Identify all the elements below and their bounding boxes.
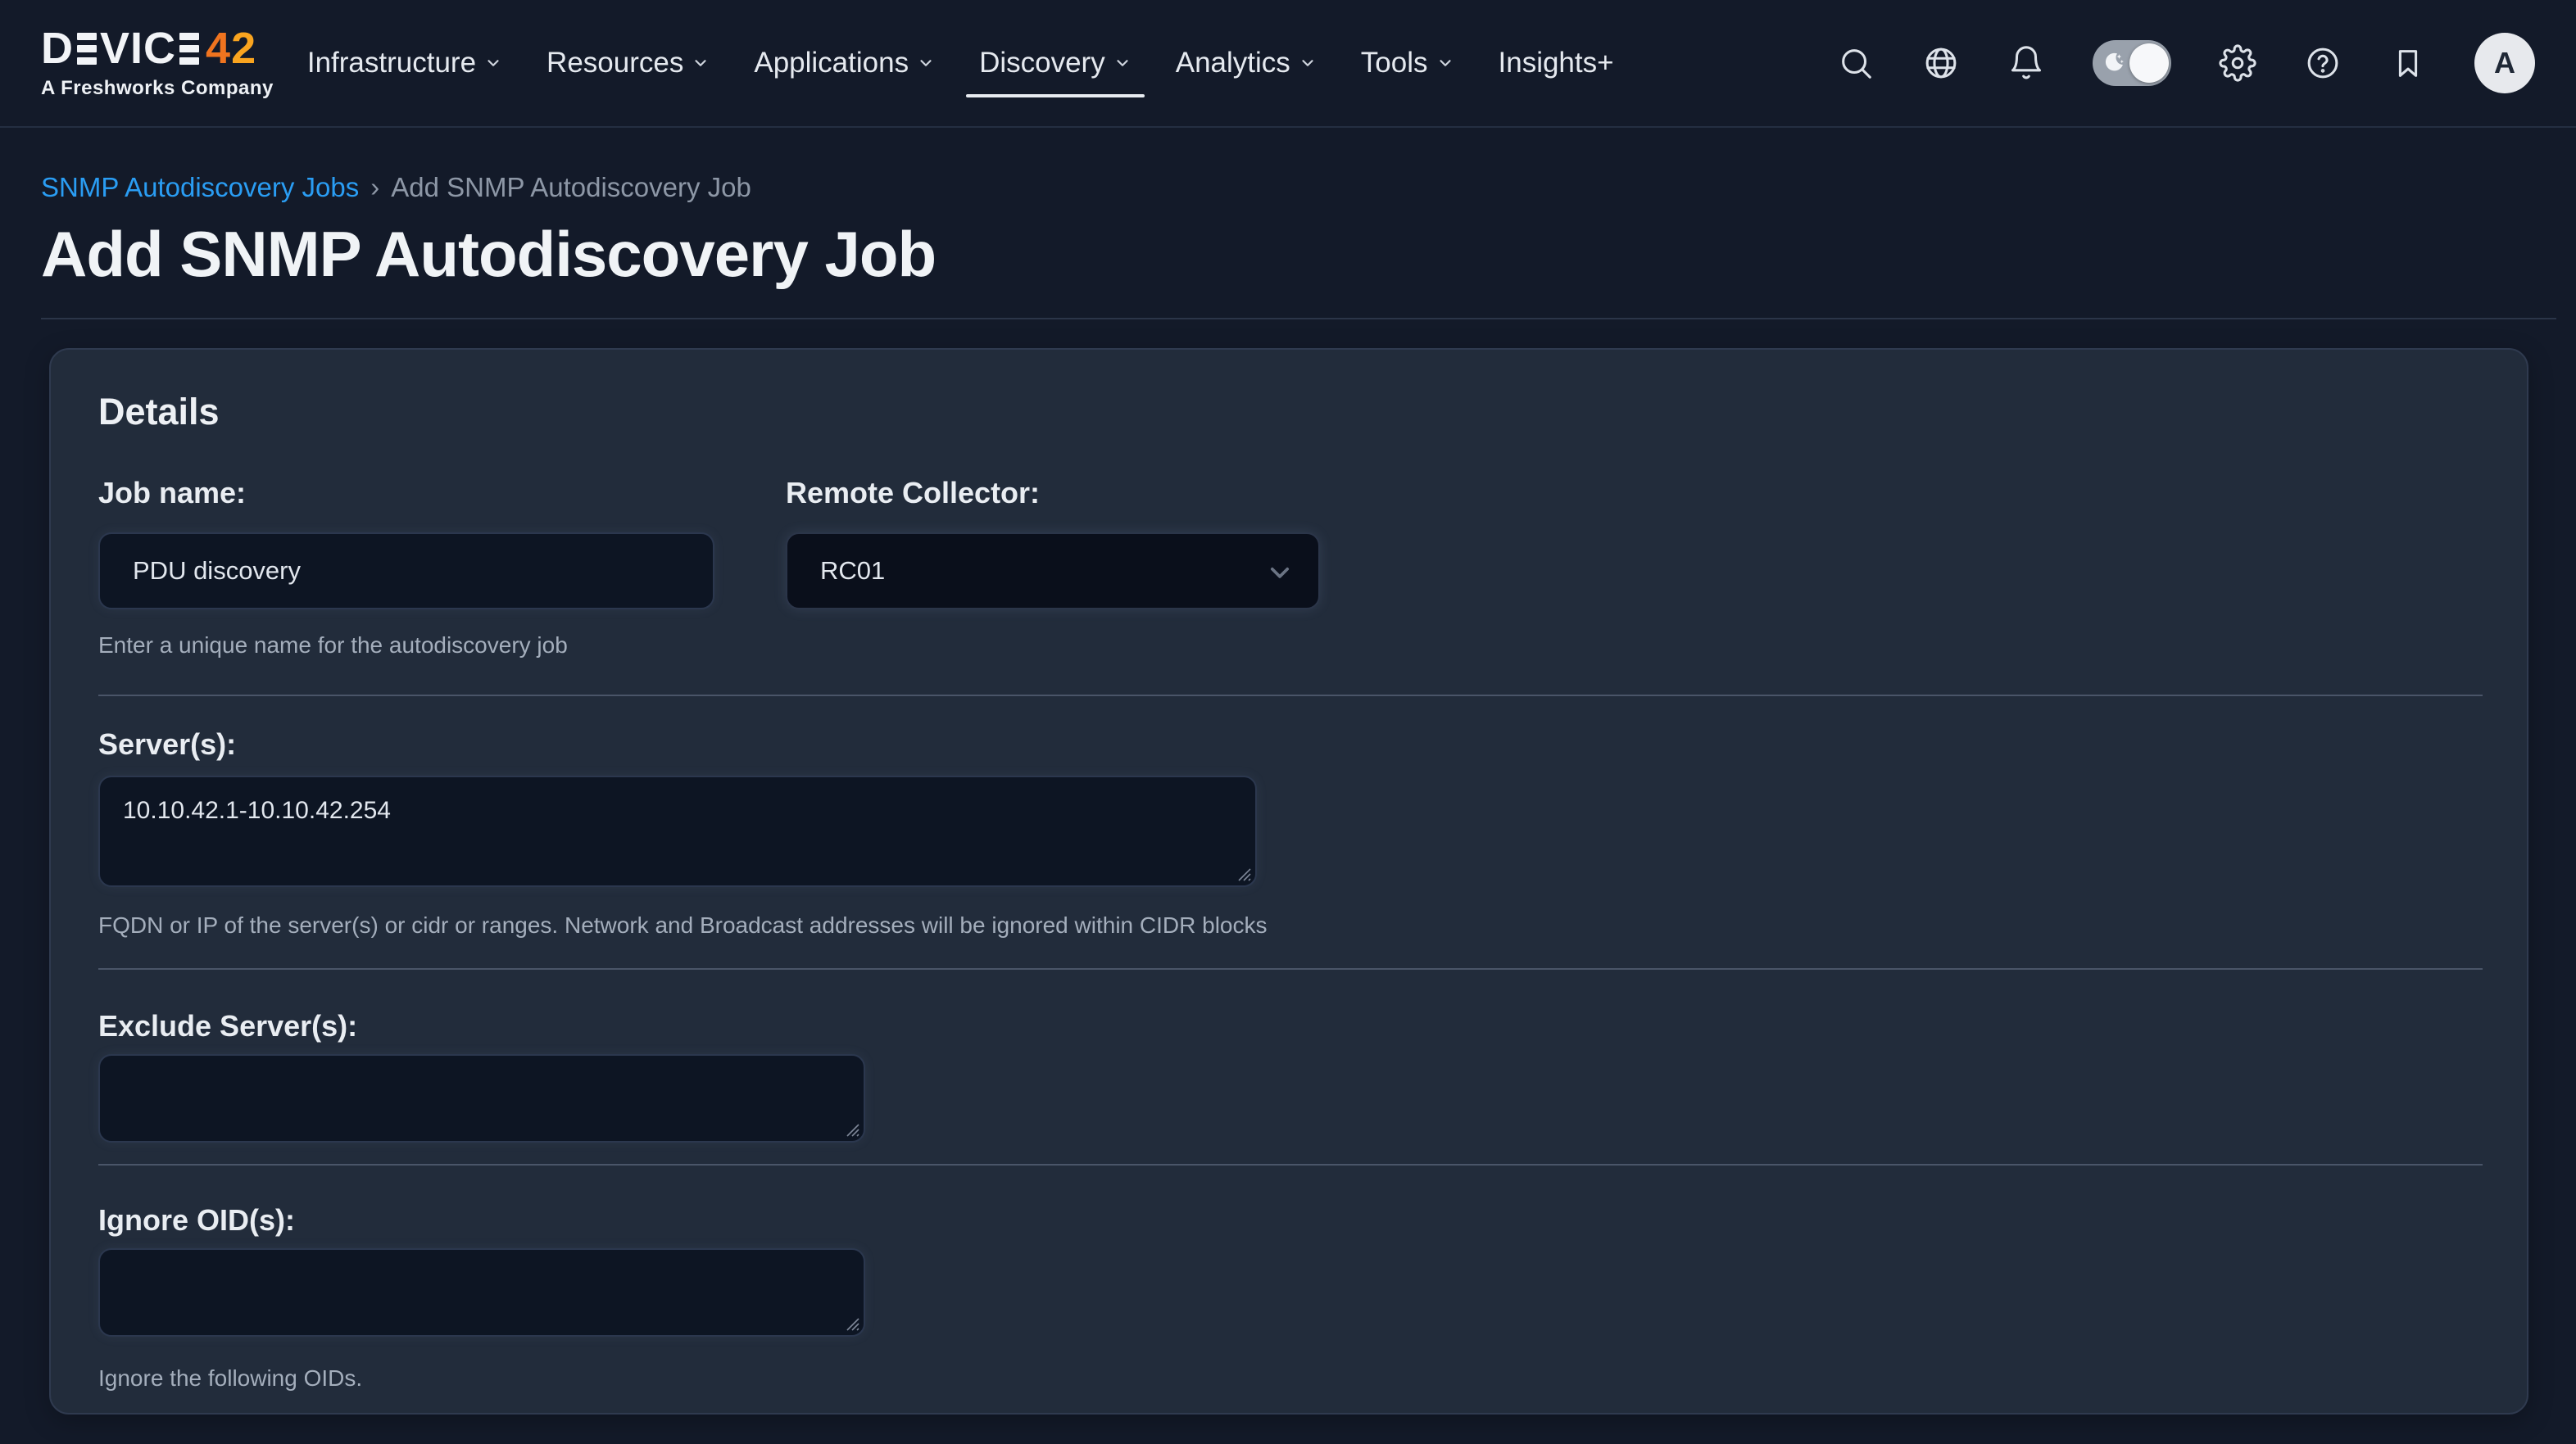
job-name-field-group: Job name: bbox=[98, 477, 714, 609]
resize-grip-icon[interactable] bbox=[1231, 862, 1253, 883]
servers-helper: FQDN or IP of the server(s) or cidr or r… bbox=[98, 912, 1327, 939]
logo-number: 2 bbox=[231, 26, 256, 70]
logo-e-bars-icon bbox=[77, 33, 97, 65]
divider bbox=[98, 968, 2483, 970]
menu-item-tools[interactable]: Tools bbox=[1361, 47, 1454, 79]
breadcrumb-parent-link[interactable]: SNMP Autodiscovery Jobs bbox=[41, 172, 359, 203]
servers-label: Server(s): bbox=[98, 728, 2483, 761]
exclude-servers-label: Exclude Server(s): bbox=[98, 1010, 2483, 1043]
ignore-oids-field-group bbox=[98, 1248, 865, 1337]
logo-subtitle: A Freshworks Company bbox=[41, 77, 274, 100]
menu-item-applications[interactable]: Applications bbox=[754, 47, 935, 79]
job-name-label: Job name: bbox=[98, 477, 714, 509]
menu-item-analytics[interactable]: Analytics bbox=[1176, 47, 1317, 79]
servers-field-group: 10.10.42.1-10.10.42.254 bbox=[98, 776, 1257, 887]
page-title: Add SNMP Autodiscovery Job bbox=[41, 216, 2535, 293]
servers-textarea[interactable]: 10.10.42.1-10.10.42.254 bbox=[98, 776, 1257, 887]
remote-collector-select[interactable]: RC01 bbox=[786, 532, 1320, 609]
form-row-jobname-collector: Job name: Remote Collector: RC01 bbox=[98, 477, 2483, 609]
logo-e-bars-icon bbox=[179, 33, 199, 65]
user-avatar[interactable]: A bbox=[2474, 33, 2535, 93]
top-navigation-bar: DVIC42 A Freshworks Company Infrastructu… bbox=[0, 0, 2576, 128]
device42-wordmark: DVIC42 bbox=[41, 26, 274, 70]
ignore-oids-textarea[interactable] bbox=[98, 1248, 865, 1337]
notifications-bell-icon[interactable] bbox=[2007, 44, 2045, 82]
main-menu: Infrastructure Resources Applications Di… bbox=[285, 47, 1636, 79]
menu-item-infrastructure[interactable]: Infrastructure bbox=[307, 47, 502, 79]
divider bbox=[98, 695, 2483, 696]
remote-collector-field-group: Remote Collector: RC01 bbox=[786, 477, 1320, 609]
exclude-servers-textarea[interactable] bbox=[98, 1054, 865, 1143]
search-icon[interactable] bbox=[1837, 44, 1875, 82]
breadcrumb-current: Add SNMP Autodiscovery Job bbox=[391, 172, 751, 203]
divider bbox=[98, 1164, 2483, 1166]
settings-gear-icon[interactable] bbox=[2219, 44, 2256, 82]
chevron-down-icon bbox=[1436, 54, 1454, 72]
dark-mode-toggle[interactable] bbox=[2093, 40, 2171, 86]
details-panel: Details Job name: Remote Collector: RC01… bbox=[49, 348, 2528, 1415]
moon-icon bbox=[2099, 49, 2127, 77]
menu-item-resources[interactable]: Resources bbox=[546, 47, 710, 79]
logo-letter: C bbox=[143, 26, 176, 70]
remote-collector-label: Remote Collector: bbox=[786, 477, 1320, 509]
breadcrumb: SNMP Autodiscovery Jobs › Add SNMP Autod… bbox=[41, 172, 2535, 203]
exclude-servers-field-group bbox=[98, 1054, 865, 1143]
globe-icon[interactable] bbox=[1922, 44, 1960, 82]
chevron-down-icon bbox=[1266, 559, 1294, 586]
ignore-oids-helper: Ignore the following OIDs. bbox=[98, 1365, 2483, 1392]
menu-item-discovery[interactable]: Discovery bbox=[979, 47, 1132, 79]
logo-number: 4 bbox=[206, 26, 231, 70]
avatar-initial: A bbox=[2494, 46, 2515, 80]
toggle-knob bbox=[2129, 43, 2169, 83]
menu-item-insights[interactable]: Insights+ bbox=[1499, 47, 1614, 79]
chevron-down-icon bbox=[484, 54, 502, 72]
header-divider bbox=[41, 318, 2556, 319]
help-icon[interactable] bbox=[2304, 44, 2342, 82]
bookmark-icon[interactable] bbox=[2389, 44, 2427, 82]
resize-grip-icon[interactable] bbox=[840, 1311, 861, 1333]
remote-collector-value: RC01 bbox=[820, 556, 885, 586]
chevron-down-icon bbox=[917, 54, 935, 72]
job-name-input[interactable] bbox=[98, 532, 714, 609]
chevron-down-icon bbox=[1299, 54, 1317, 72]
logo-letter: I bbox=[130, 26, 143, 70]
chevron-down-icon bbox=[692, 54, 710, 72]
job-name-helper: Enter a unique name for the autodiscover… bbox=[98, 632, 2483, 659]
chevron-down-icon bbox=[1113, 54, 1132, 72]
device42-logo[interactable]: DVIC42 A Freshworks Company bbox=[41, 26, 274, 100]
nav-actions: A bbox=[1837, 33, 2535, 93]
logo-letter: V bbox=[100, 26, 130, 70]
panel-heading: Details bbox=[98, 391, 2483, 433]
logo-letter: D bbox=[41, 26, 74, 70]
resize-grip-icon[interactable] bbox=[840, 1117, 861, 1138]
breadcrumb-separator: › bbox=[370, 172, 379, 203]
ignore-oids-label: Ignore OID(s): bbox=[98, 1204, 2483, 1237]
